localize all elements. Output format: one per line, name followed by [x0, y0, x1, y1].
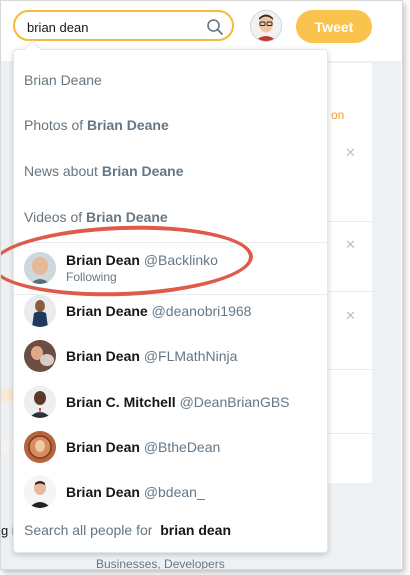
- search-icon[interactable]: [206, 18, 224, 36]
- suggestion-term: Brian Deane: [86, 208, 168, 225]
- suggestion-label: Brian Deane: [24, 71, 102, 88]
- dismiss-icon[interactable]: ✕: [345, 308, 356, 324]
- search-all-prefix: Search all people for: [24, 522, 157, 538]
- user-result[interactable]: Brian Dean @FLMathNinja: [14, 333, 327, 378]
- tweet-button[interactable]: Tweet: [296, 10, 372, 43]
- dismiss-icon[interactable]: ✕: [345, 237, 356, 253]
- top-nav-bar: Tweet: [1, 1, 402, 53]
- search-typeahead-dropdown: Brian Deane Photos of Brian Deane News a…: [13, 49, 328, 553]
- profile-avatar[interactable]: [250, 10, 282, 42]
- user-name: Brian C. Mitchell: [66, 393, 176, 410]
- man-with-dog-avatar: [24, 339, 56, 372]
- twitter-page: on ✕ ✕ ✕ g i Businesses, Developers Twee…: [0, 0, 403, 570]
- background-link-fragment: on: [331, 108, 345, 122]
- user-handle: @deanobri1968: [151, 302, 252, 319]
- user-handle: @DeanBrianGBS: [179, 393, 290, 410]
- search-input[interactable]: [27, 18, 197, 36]
- user-name: Brian Dean: [66, 252, 140, 268]
- suggestion-term: Brian Deane: [87, 116, 169, 133]
- user-handle: @BtheDean: [143, 438, 221, 455]
- user-result[interactable]: Brian Dean @BtheDean: [14, 424, 327, 469]
- user-result[interactable]: Brian C. Mitchell @DeanBrianGBS: [14, 379, 327, 424]
- user-result[interactable]: Brian Dean @bdean_: [14, 469, 327, 514]
- search-all-people-link[interactable]: Search all people for brian dean: [24, 522, 231, 538]
- suggestion-videos[interactable]: Videos of Brian Deane: [14, 194, 327, 239]
- man-in-navy-shirt-avatar: [24, 294, 56, 327]
- user-result[interactable]: Brian Deane @deanobri1968: [14, 288, 327, 333]
- user-handle: @Backlinko: [143, 252, 218, 268]
- suggestion-prefix: News about: [24, 162, 98, 179]
- suggestion-photos[interactable]: Photos of Brian Deane: [14, 102, 327, 147]
- user-handle: @bdean_: [143, 483, 205, 500]
- user-result[interactable]: Brian Dean @Backlinko Following: [14, 243, 327, 293]
- user-name: Brian Dean: [66, 438, 140, 455]
- following-label: Following: [66, 270, 117, 284]
- user-handle: @FLMathNinja: [143, 347, 238, 364]
- user-name: Brian Dean: [66, 347, 140, 364]
- bald-man-avatar: [24, 252, 56, 284]
- suggestion-query[interactable]: Brian Deane: [14, 57, 327, 102]
- footer-links-fragment: Businesses, Developers: [96, 557, 225, 570]
- man-in-suit-avatar: [24, 385, 56, 418]
- suggestion-news[interactable]: News about Brian Deane: [14, 148, 327, 193]
- user-name: Brian Dean: [66, 483, 140, 500]
- man-with-glasses-avatar: [251, 11, 281, 41]
- illustrated-avatar: [24, 430, 56, 463]
- man-in-dark-suit-avatar: [24, 475, 56, 508]
- suggestion-prefix: Videos of: [24, 208, 83, 225]
- search-all-term: brian dean: [160, 522, 231, 538]
- suggestion-prefix: Photos of: [24, 116, 84, 133]
- search-box[interactable]: [13, 10, 234, 41]
- dismiss-icon[interactable]: ✕: [345, 145, 356, 161]
- user-name: Brian Deane: [66, 302, 148, 319]
- suggestion-term: Brian Deane: [101, 162, 184, 179]
